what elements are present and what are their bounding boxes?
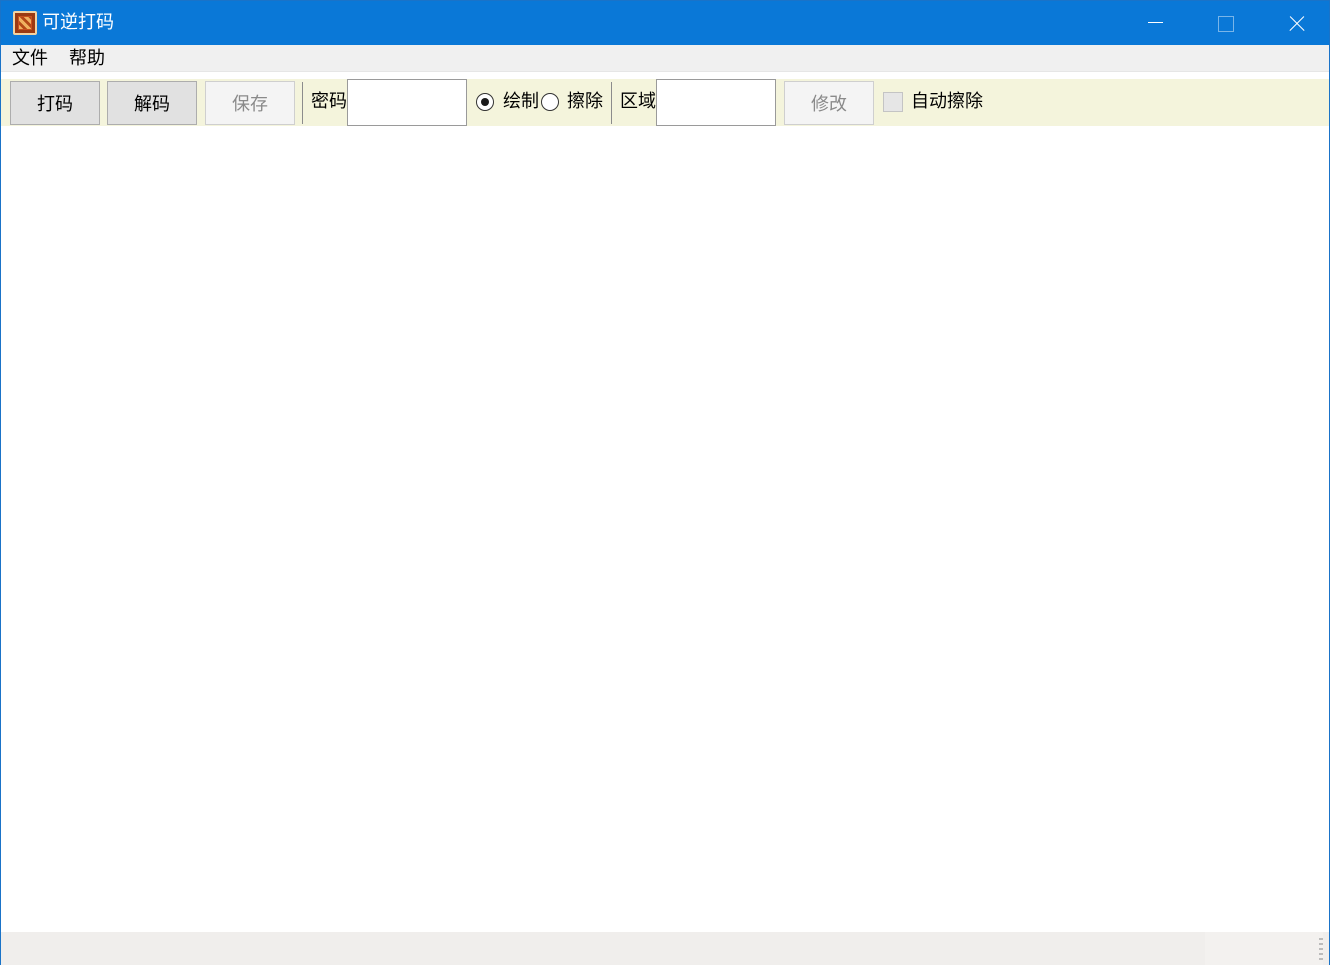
resize-grip-icon[interactable] [1319, 938, 1323, 962]
menu-file[interactable]: 文件 [12, 48, 48, 70]
mosaic-button[interactable]: 打码 [10, 81, 100, 125]
close-button[interactable] [1260, 1, 1330, 45]
menu-help[interactable]: 帮助 [69, 48, 105, 70]
auto-erase-label[interactable]: 自动擦除 [911, 90, 983, 114]
erase-label[interactable]: 擦除 [567, 90, 603, 114]
menu-bar: 文件 帮助 [1, 45, 1329, 72]
draw-radio[interactable] [476, 93, 494, 111]
decode-button[interactable]: 解码 [107, 81, 197, 125]
erase-radio[interactable] [541, 93, 559, 111]
password-input[interactable] [347, 79, 467, 126]
title-bar[interactable]: 可逆打码 [1, 1, 1329, 45]
minimize-button[interactable] [1120, 1, 1190, 45]
toolbar-separator [302, 82, 303, 124]
auto-erase-checkbox[interactable] [883, 92, 903, 112]
password-label: 密码 [311, 91, 347, 112]
window-title: 可逆打码 [42, 12, 114, 33]
region-label: 区域 [620, 91, 656, 112]
image-canvas[interactable] [1, 126, 1329, 932]
status-bar [1, 932, 1329, 965]
toolbar-separator [611, 82, 612, 124]
app-window: 可逆打码 文件 帮助 打码 解码 保存 密码 绘制 擦除 区域 修改 自动擦除 [0, 0, 1330, 965]
modify-button[interactable]: 修改 [784, 81, 874, 125]
save-button[interactable]: 保存 [205, 81, 295, 125]
mosaic-icon [13, 11, 37, 35]
status-panel [1205, 932, 1323, 965]
draw-label[interactable]: 绘制 [503, 90, 539, 114]
region-input[interactable] [656, 79, 776, 126]
maximize-button [1190, 1, 1260, 45]
toolbar: 打码 解码 保存 密码 绘制 擦除 区域 修改 自动擦除 [1, 79, 1329, 126]
